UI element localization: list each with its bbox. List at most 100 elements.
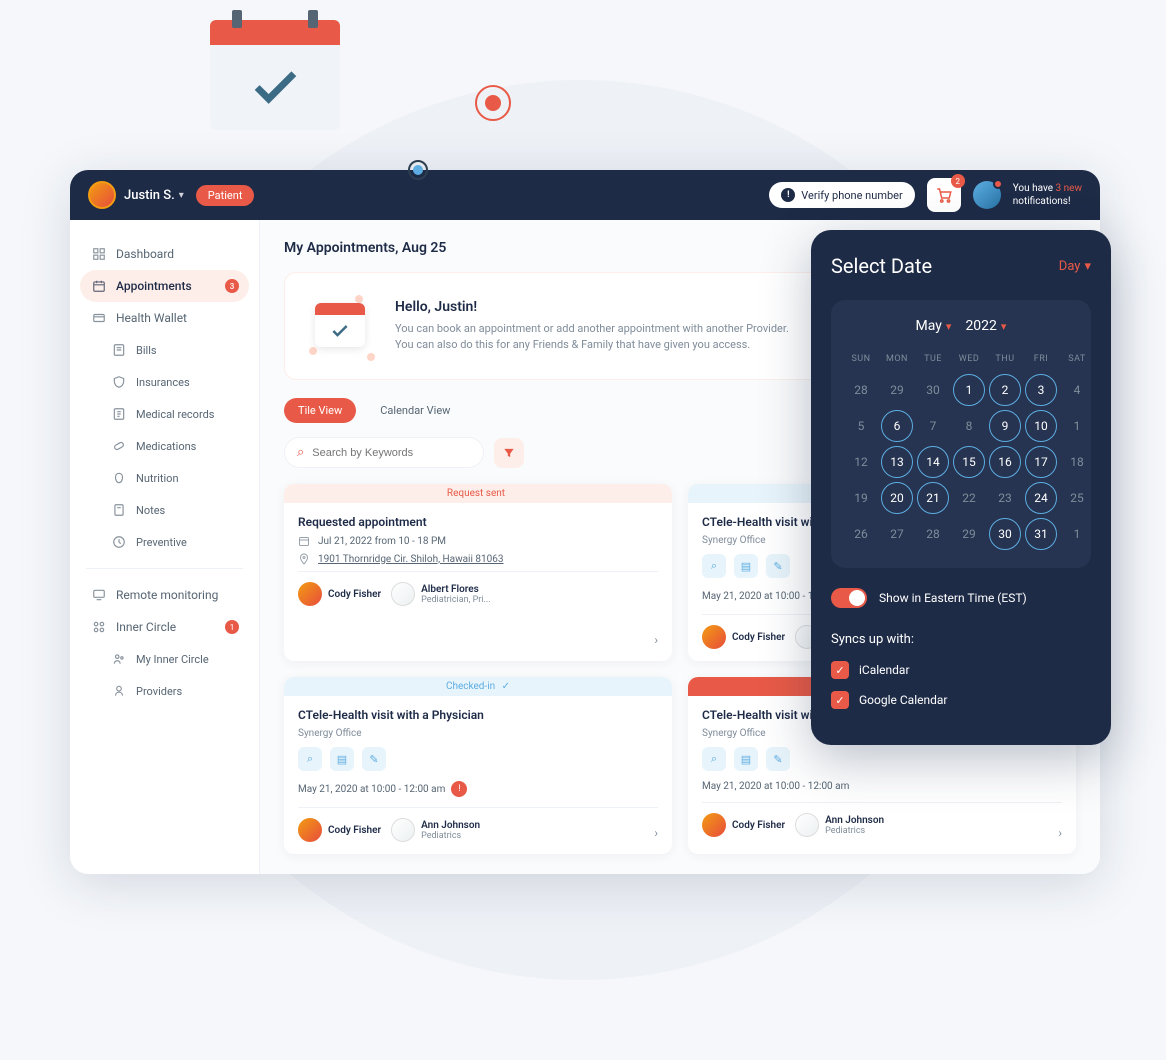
sync-title: Syncs up with: (831, 632, 1091, 647)
appointment-card[interactable]: Checked-in ✓CTele-Health visit with a Ph… (284, 677, 672, 854)
calendar-day[interactable]: 10 (1025, 410, 1057, 442)
nav-dashboard[interactable]: Dashboard (80, 238, 249, 270)
shield-icon (112, 375, 126, 389)
panel-title: Select Date (831, 254, 932, 278)
document-action[interactable]: ▤ (330, 747, 354, 771)
search-action[interactable]: ⌕ (702, 747, 726, 771)
nav-insurances[interactable]: Insurances (80, 366, 249, 398)
calendar-day[interactable]: 2 (989, 374, 1021, 406)
calendar-day[interactable]: 5 (845, 410, 877, 442)
calendar-day[interactable]: 24 (1025, 482, 1057, 514)
tab-tile-view[interactable]: Tile View (284, 398, 356, 423)
calendar-day[interactable]: 1 (1061, 410, 1093, 442)
calendar-day[interactable]: 27 (881, 518, 913, 550)
calendar-day[interactable]: 18 (1061, 446, 1093, 478)
calendar-day[interactable]: 31 (1025, 518, 1057, 550)
calendar-day[interactable]: 26 (845, 518, 877, 550)
notif-avatar[interactable] (973, 181, 1001, 209)
calendar-day[interactable]: 30 (989, 518, 1021, 550)
calendar-day[interactable]: 1 (953, 374, 985, 406)
check-icon: ✓ (831, 661, 849, 679)
people-icon (112, 652, 126, 666)
chevron-right-icon[interactable]: › (654, 633, 658, 647)
appointment-card[interactable]: Request sent Requested appointmentJul 21… (284, 484, 672, 661)
calendar-day[interactable]: 28 (917, 518, 949, 550)
person-name: Ann Johnson (421, 820, 480, 831)
calendar-day[interactable]: 20 (881, 482, 913, 514)
year-selector[interactable]: 2022▾ (965, 318, 1006, 334)
calendar-day[interactable]: 4 (1061, 374, 1093, 406)
nav-inner-circle[interactable]: Inner Circle1 (80, 611, 249, 643)
search-box[interactable]: ⌕ (284, 437, 484, 468)
pill-icon (112, 439, 126, 453)
nav-appointments[interactable]: Appointments3 (80, 270, 249, 302)
calendar-day[interactable]: 25 (1061, 482, 1093, 514)
search-action[interactable]: ⌕ (702, 554, 726, 578)
sync-google-calendar[interactable]: ✓Google Calendar (831, 691, 1091, 709)
card-people: Cody FisherAlbert FloresPediatrician, Pr… (298, 571, 658, 606)
nav-medications[interactable]: Medications (80, 430, 249, 462)
calendar-day[interactable]: 22 (953, 482, 985, 514)
nav-medical-records[interactable]: Medical records (80, 398, 249, 430)
calendar-day[interactable]: 13 (881, 446, 913, 478)
calendar-day[interactable]: 12 (845, 446, 877, 478)
calendar-day[interactable]: 6 (881, 410, 913, 442)
calendar-day[interactable]: 29 (881, 374, 913, 406)
document-action[interactable]: ▤ (734, 747, 758, 771)
calendar-day[interactable]: 1 (1061, 518, 1093, 550)
chevron-right-icon[interactable]: › (1058, 826, 1062, 840)
nav-health-wallet[interactable]: Health Wallet (80, 302, 249, 334)
nav-bills[interactable]: Bills (80, 334, 249, 366)
cart-button[interactable]: 2 (927, 178, 961, 212)
calendar-day[interactable]: 3 (1025, 374, 1057, 406)
edit-action[interactable]: ✎ (766, 747, 790, 771)
calendar-grid: SUNMONTUEWEDTHUFRISAT2829301234567891011… (845, 348, 1077, 550)
calendar-day[interactable]: 8 (953, 410, 985, 442)
verify-phone-button[interactable]: ! Verify phone number (769, 182, 914, 208)
calendar-day-header: SUN (845, 348, 877, 370)
month-selector[interactable]: May▾ (916, 318, 952, 334)
address-link[interactable]: 1901 Thornridge Cir. Shiloh, Hawaii 8106… (318, 554, 504, 565)
calendar-day[interactable]: 16 (989, 446, 1021, 478)
calendar-day[interactable]: 30 (917, 374, 949, 406)
avatar (391, 582, 415, 606)
calendar-icon (92, 279, 106, 293)
calendar-day[interactable]: 14 (917, 446, 949, 478)
calendar-day-header: TUE (917, 348, 949, 370)
search-input[interactable] (312, 447, 471, 459)
notif-text[interactable]: You have 3 new notifications! (1013, 182, 1082, 208)
calendar-day[interactable]: 7 (917, 410, 949, 442)
nav-nutrition[interactable]: Nutrition (80, 462, 249, 494)
calendar-day[interactable]: 28 (845, 374, 877, 406)
tab-calendar-view[interactable]: Calendar View (366, 398, 464, 423)
calendar-day[interactable]: 17 (1025, 446, 1057, 478)
appointments-badge: 3 (225, 279, 239, 293)
calendar-day[interactable]: 19 (845, 482, 877, 514)
calendar-day[interactable]: 29 (953, 518, 985, 550)
nav-notes[interactable]: Notes (80, 494, 249, 526)
sync-icalendar[interactable]: ✓iCalendar (831, 661, 1091, 679)
user-avatar[interactable] (88, 181, 116, 209)
view-mode-selector[interactable]: Day▾ (1059, 259, 1091, 274)
filter-button[interactable] (494, 438, 524, 468)
calendar-day[interactable]: 9 (989, 410, 1021, 442)
user-name[interactable]: Justin S. (124, 188, 175, 203)
avatar (702, 813, 726, 837)
calendar-day[interactable]: 15 (953, 446, 985, 478)
timezone-toggle[interactable] (831, 588, 867, 608)
chevron-right-icon[interactable]: › (654, 826, 658, 840)
calendar-day[interactable]: 23 (989, 482, 1021, 514)
nav-remote-monitoring[interactable]: Remote monitoring (80, 579, 249, 611)
chevron-down-icon: ▾ (1084, 259, 1091, 274)
nav-my-inner-circle[interactable]: My Inner Circle (80, 643, 249, 675)
search-action[interactable]: ⌕ (298, 747, 322, 771)
document-action[interactable]: ▤ (734, 554, 758, 578)
chevron-down-icon[interactable]: ▾ (179, 190, 184, 201)
edit-action[interactable]: ✎ (362, 747, 386, 771)
notes-icon (112, 503, 126, 517)
person-role: Pediatrician, Pri... (421, 595, 491, 605)
edit-action[interactable]: ✎ (766, 554, 790, 578)
calendar-day[interactable]: 21 (917, 482, 949, 514)
nav-providers[interactable]: Providers (80, 675, 249, 707)
nav-preventive[interactable]: Preventive (80, 526, 249, 558)
